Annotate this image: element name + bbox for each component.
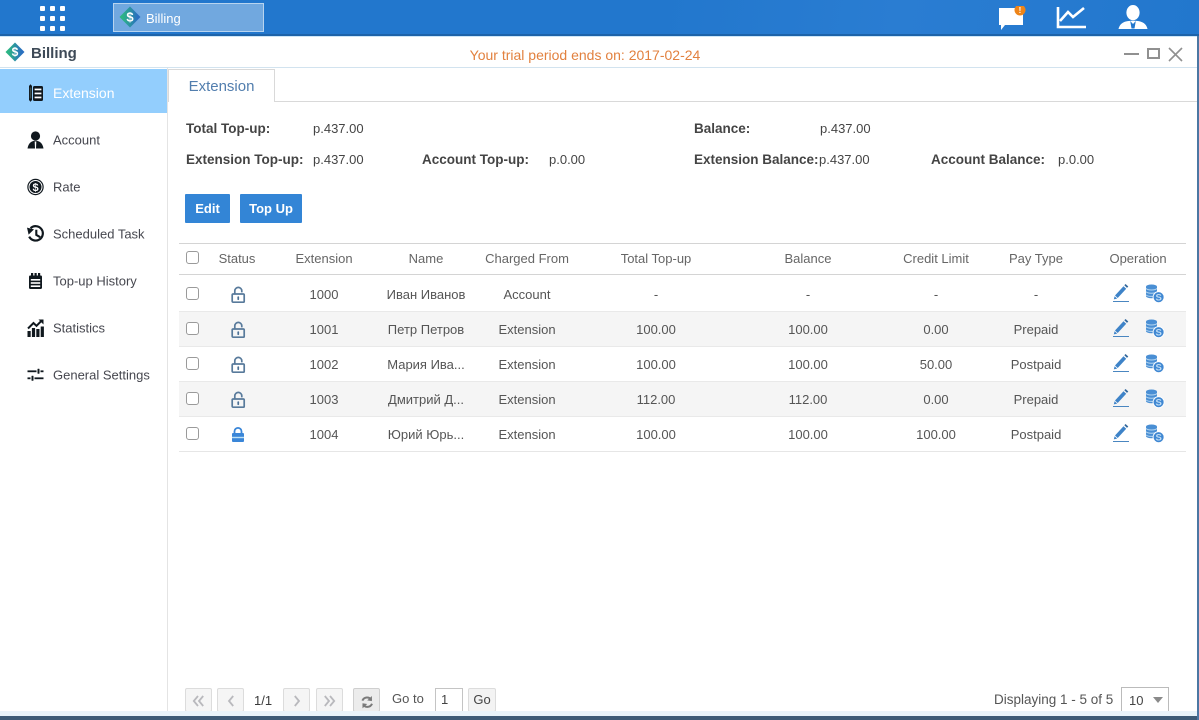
svg-text:!: !: [1019, 6, 1022, 15]
svg-text:$: $: [12, 45, 19, 59]
svg-text:S: S: [1156, 293, 1162, 304]
svg-text:S: S: [1156, 398, 1162, 409]
svg-text:$: $: [32, 182, 38, 194]
svg-text:S: S: [1156, 363, 1162, 374]
svg-text:S: S: [1156, 328, 1162, 339]
svg-text:S: S: [1156, 433, 1162, 444]
svg-text:$: $: [126, 10, 134, 25]
